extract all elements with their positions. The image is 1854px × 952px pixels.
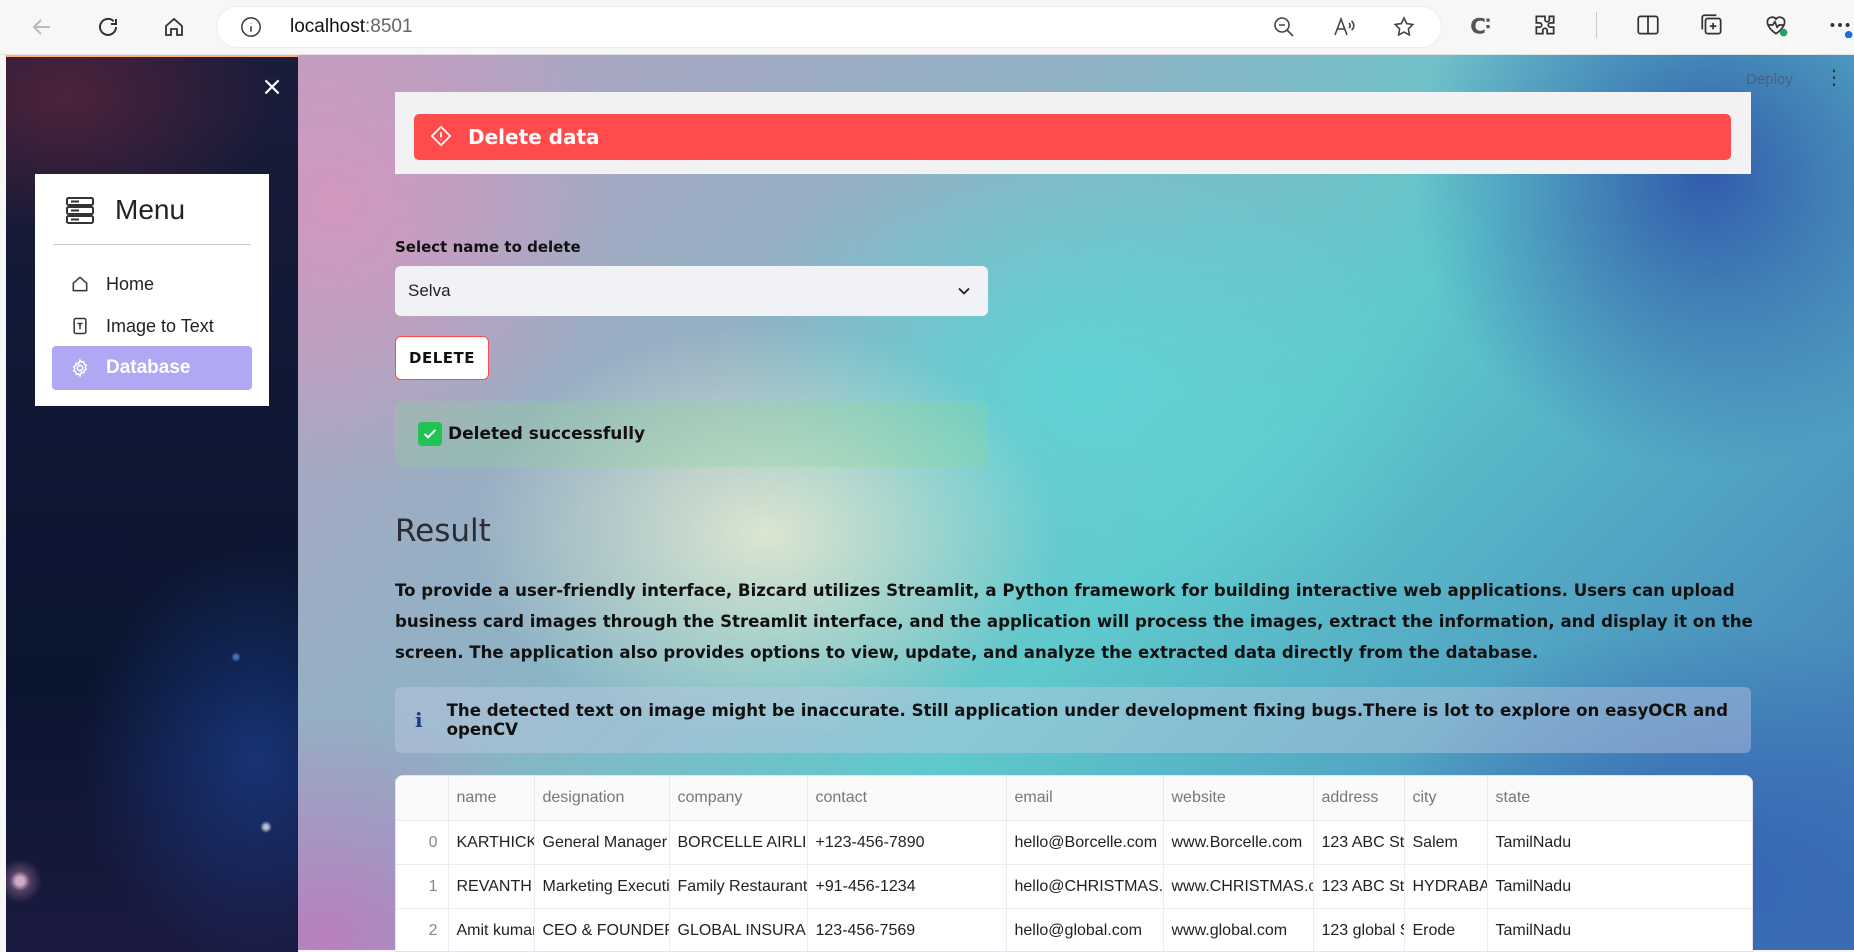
info-message: The detected text on image might be inac…: [447, 701, 1751, 739]
svg-text:C: C: [1470, 15, 1486, 38]
delete-data-banner[interactable]: Delete data: [414, 114, 1731, 160]
table-row: 2 Amit kumar CEO & FOUNDER GLOBAL INSURA…: [396, 909, 1753, 952]
table-cell[interactable]: General Manager: [534, 821, 669, 865]
menu-server-icon: [65, 196, 95, 224]
menu-item-image-to-text[interactable]: Image to Text: [52, 304, 252, 348]
table-cell[interactable]: HYDRABAD: [1404, 865, 1487, 909]
table-cell[interactable]: KARTHICK: [448, 821, 534, 865]
column-header[interactable]: [396, 776, 448, 821]
file-text-icon: [70, 316, 90, 336]
table-cell[interactable]: hello@Borcelle.com: [1006, 821, 1163, 865]
refresh-icon[interactable]: [88, 8, 128, 46]
info-icon: i: [415, 708, 423, 732]
table-cell[interactable]: www.CHRISTMAS.com: [1163, 865, 1313, 909]
menu-item-label: Database: [106, 357, 191, 379]
gear-icon: [70, 358, 90, 378]
name-select[interactable]: Selva: [395, 266, 988, 316]
zoom-out-icon[interactable]: [1272, 15, 1296, 39]
table-cell[interactable]: hello@CHRISTMAS.com: [1006, 865, 1163, 909]
menu-item-home[interactable]: Home: [52, 262, 252, 306]
column-header[interactable]: address: [1313, 776, 1404, 821]
house-icon: [70, 274, 90, 294]
result-heading: Result: [395, 513, 491, 549]
selected-name: Selva: [408, 281, 451, 301]
column-header[interactable]: email: [1006, 776, 1163, 821]
table-cell[interactable]: BORCELLE AIRLINES: [669, 821, 807, 865]
table-cell[interactable]: REVANTH: [448, 865, 534, 909]
column-header[interactable]: state: [1487, 776, 1753, 821]
table-row: 0 KARTHICK General Manager BORCELLE AIRL…: [396, 821, 1753, 865]
menu-item-label: Image to Text: [106, 316, 214, 337]
success-alert: Deleted successfully: [395, 401, 988, 467]
extensions-puzzle-icon[interactable]: [1532, 12, 1558, 38]
row-index: 2: [396, 909, 448, 952]
delete-data-label: Delete data: [468, 125, 600, 149]
table-cell[interactable]: TamilNadu: [1487, 865, 1753, 909]
chevron-down-icon: [954, 281, 974, 301]
column-header[interactable]: designation: [534, 776, 669, 821]
split-screen-icon[interactable]: [1635, 12, 1661, 38]
menu-item-database[interactable]: Database: [52, 346, 252, 390]
row-index: 0: [396, 821, 448, 865]
table-cell[interactable]: Amit kumar: [448, 909, 534, 952]
browser-essentials-icon[interactable]: [1763, 12, 1789, 38]
close-sidebar-icon[interactable]: ×: [260, 75, 284, 99]
column-header[interactable]: company: [669, 776, 807, 821]
address-bar[interactable]: localhost:8501: [216, 6, 1442, 48]
select-name-label: Select name to delete: [395, 238, 581, 256]
delete-button[interactable]: DELETE: [395, 336, 489, 380]
browser-toolbar: localhost:8501 C: [0, 0, 1854, 55]
table-cell[interactable]: 123 ABC St: [1313, 821, 1404, 865]
table-cell[interactable]: Erode: [1404, 909, 1487, 952]
main-menu-icon[interactable]: ⋮: [1824, 65, 1844, 89]
back-icon[interactable]: [22, 8, 62, 46]
column-header[interactable]: contact: [807, 776, 1006, 821]
table-cell[interactable]: TamilNadu: [1487, 821, 1753, 865]
read-aloud-icon[interactable]: [1332, 15, 1356, 39]
table-cell[interactable]: hello@global.com: [1006, 909, 1163, 952]
menu-item-label: Home: [106, 274, 154, 295]
table-cell[interactable]: www.global.com: [1163, 909, 1313, 952]
table-cell[interactable]: Salem: [1404, 821, 1487, 865]
data-table[interactable]: name designation company contact email w…: [395, 775, 1753, 952]
table-cell[interactable]: 123 ABC St: [1313, 865, 1404, 909]
option-menu: Menu Home Image to Text Database: [35, 174, 269, 406]
menu-title: Menu: [115, 194, 185, 226]
row-index: 1: [396, 865, 448, 909]
table-cell[interactable]: CEO & FOUNDER: [534, 909, 669, 952]
result-description: To provide a user-friendly interface, Bi…: [395, 575, 1755, 668]
check-icon: [418, 422, 442, 446]
diamond-warning-icon: [430, 125, 454, 149]
table-cell[interactable]: 123 global St: [1313, 909, 1404, 952]
collections-icon[interactable]: [1699, 12, 1725, 38]
table-cell[interactable]: Marketing Executive: [534, 865, 669, 909]
menu-header: Menu: [65, 194, 185, 226]
column-header[interactable]: website: [1163, 776, 1313, 821]
copilot-extension-icon[interactable]: C: [1468, 12, 1494, 38]
menu-divider: [53, 244, 251, 245]
home-icon[interactable]: [154, 8, 194, 46]
streamlit-app: × Menu Home Image to Text: [6, 55, 1854, 950]
table-cell[interactable]: TamilNadu: [1487, 909, 1753, 952]
table-cell[interactable]: Family Restaurant: [669, 865, 807, 909]
success-message: Deleted successfully: [448, 424, 645, 444]
toolbar-divider: [1596, 12, 1597, 38]
table-cell[interactable]: 123-456-7569: [807, 909, 1006, 952]
table-cell[interactable]: www.Borcelle.com: [1163, 821, 1313, 865]
site-info-icon[interactable]: [240, 16, 262, 38]
column-header[interactable]: name: [448, 776, 534, 821]
deploy-button[interactable]: Deploy: [1746, 71, 1793, 88]
more-options-icon[interactable]: [1827, 12, 1853, 38]
sidebar: × Menu Home Image to Text: [6, 55, 298, 952]
info-alert: i The detected text on image might be in…: [395, 687, 1751, 753]
column-header[interactable]: city: [1404, 776, 1487, 821]
table-cell[interactable]: GLOBAL INSURANCE: [669, 909, 807, 952]
table-cell[interactable]: +91-456-1234: [807, 865, 1006, 909]
delete-panel: Delete data: [395, 92, 1751, 174]
table-row: 1 REVANTH Marketing Executive Family Res…: [396, 865, 1753, 909]
url-text: localhost:8501: [290, 16, 413, 38]
table-header-row: name designation company contact email w…: [396, 776, 1753, 821]
favorite-star-icon[interactable]: [1392, 15, 1416, 39]
table-cell[interactable]: +123-456-7890: [807, 821, 1006, 865]
